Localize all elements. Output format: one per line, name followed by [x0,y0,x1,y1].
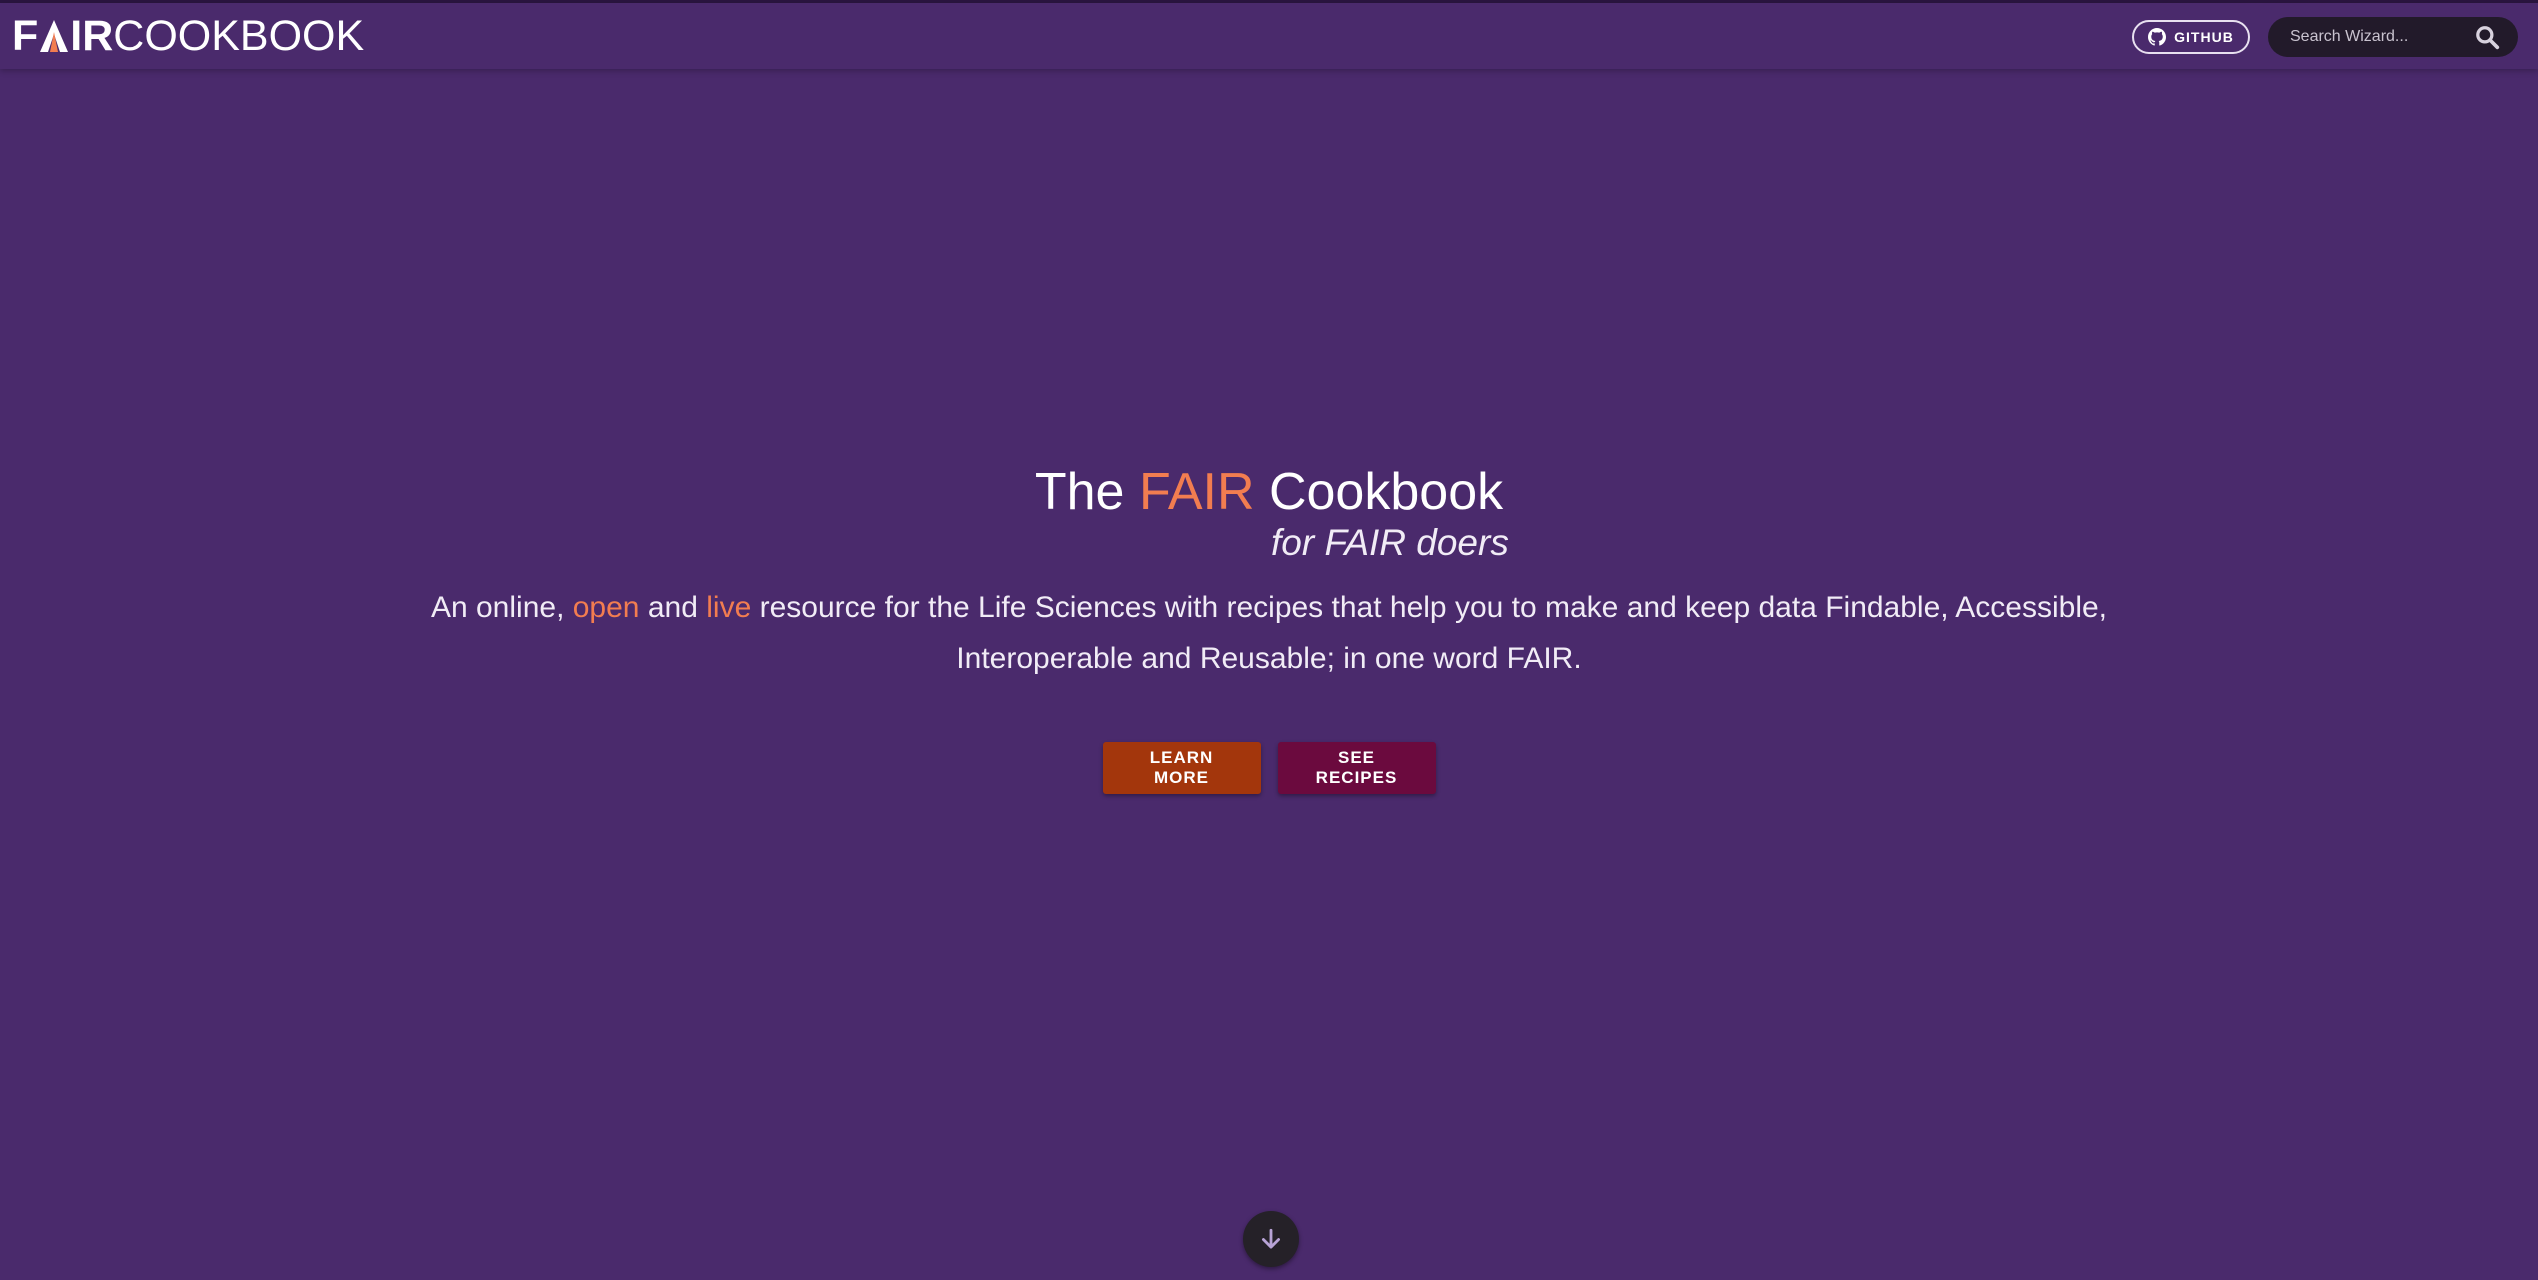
logo-a-icon [40,20,69,52]
page-title: The FAIR Cookbook [0,460,2538,524]
title-accent: FAIR [1138,463,1255,521]
title-prefix: The [1034,463,1139,521]
title-suffix: Cookbook [1254,463,1504,521]
github-label: GITHUB [2174,29,2234,45]
fair-cookbook-logo[interactable]: F IR COOKBOOK [12,11,364,61]
logo-fair-suffix: IR [70,12,114,60]
logo-fair-prefix: F [12,12,39,60]
search-box [2268,17,2518,57]
scroll-down-button[interactable] [1243,1211,1299,1267]
search-input[interactable] [2268,27,2474,47]
github-icon [2148,28,2167,46]
desc-part-3: resource for the Life Sciences with reci… [751,591,2108,675]
desc-part-2: and [639,591,707,624]
learn-more-button[interactable]: LEARN MORE [1102,742,1261,794]
logo-fair: F IR [12,11,113,61]
hero-buttons: LEARN MORE SEE RECIPES [0,742,2538,794]
desc-part-1: An online, [430,591,573,624]
see-recipes-button[interactable]: SEE RECIPES [1277,742,1436,794]
search-icon[interactable] [2474,24,2500,50]
desc-open: open [572,591,640,624]
hero-section: The FAIR Cookbook for FAIR doers An onli… [0,460,2538,794]
logo-cookbook: COOKBOOK [113,12,365,60]
desc-live: live [706,591,752,624]
hero-description: An online, open and live resource for th… [419,582,2119,684]
subtitle: for FAIR doers [1271,522,1509,563]
navbar: F IR COOKBOOK GITHUB [0,3,2538,69]
github-button[interactable]: GITHUB [2132,20,2250,54]
arrow-down-icon [1262,1228,1280,1249]
